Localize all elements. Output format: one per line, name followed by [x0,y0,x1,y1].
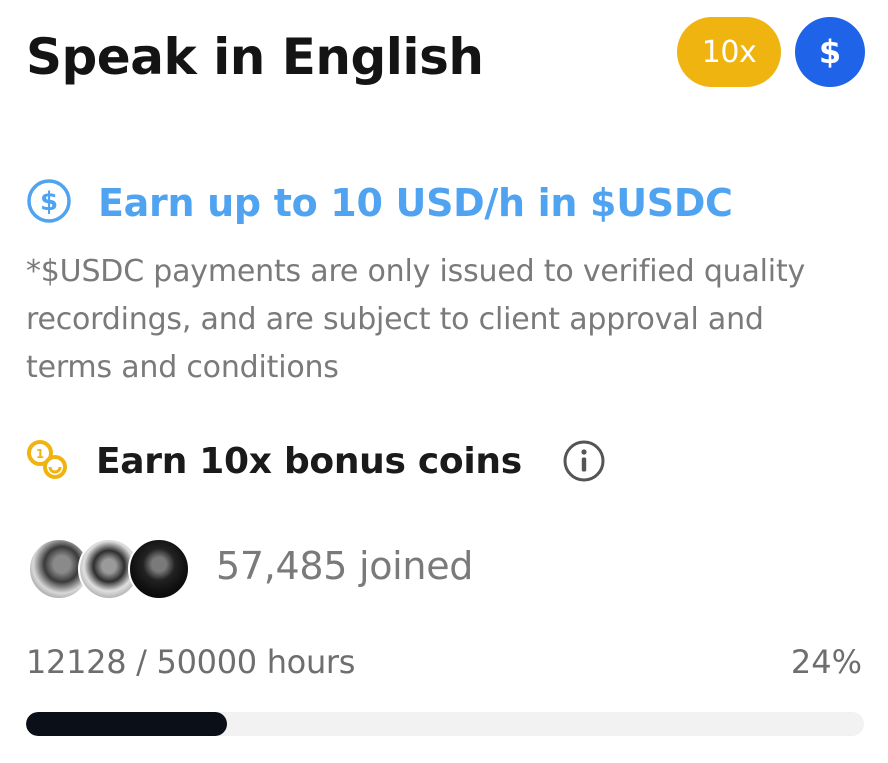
coins-icon: 1 [24,436,70,486]
progress-bar [26,712,864,736]
earn-rate-text: Earn up to 10 USD/h in $USDC [98,181,733,225]
joined-count: 57,485 joined [216,544,474,588]
bonus-coins-text: Earn 10x bonus coins [96,440,522,482]
progress-percent: 24% [790,643,862,681]
svg-text:1: 1 [36,447,44,461]
payment-disclaimer: *$USDC payments are only issued to verif… [26,254,806,385]
hours-progress-text: 12128 / 50000 hours [26,643,356,681]
currency-badge[interactable]: $ [795,17,865,87]
earn-row: $ Earn up to 10 USD/h in $USDC [26,178,733,228]
dollar-circle-icon: $ [26,178,72,228]
currency-badge-label: $ [818,33,842,71]
avatar-group [28,538,190,600]
bonus-row: 1 Earn 10x bonus coins [24,436,606,486]
avatar [128,538,190,600]
page-title: Speak in English [26,28,484,86]
svg-text:$: $ [40,187,58,217]
multiplier-badge-label: 10x [701,34,757,70]
info-icon[interactable] [562,439,606,483]
multiplier-badge[interactable]: 10x [677,17,781,87]
progress-bar-fill [26,712,228,736]
